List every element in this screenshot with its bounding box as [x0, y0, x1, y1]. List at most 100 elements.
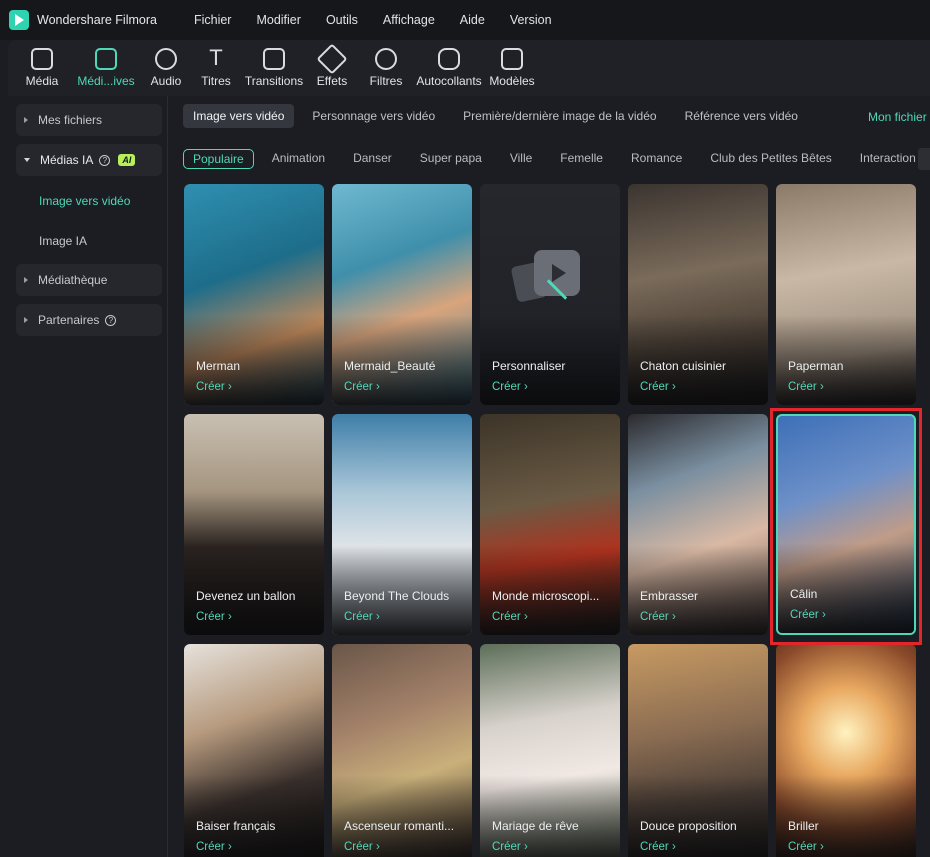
template-card[interactable]: Embrasser Créer: [628, 414, 768, 635]
sidebar-item-label: Médias IA: [40, 153, 94, 167]
tool-stickers[interactable]: Autocollants: [414, 48, 484, 88]
create-button[interactable]: Créer: [788, 381, 824, 393]
category-bar: Populaire Animation Danser Super papa Vi…: [183, 148, 930, 170]
menu-affichage[interactable]: Affichage: [383, 13, 435, 27]
create-button[interactable]: Créer: [492, 611, 528, 623]
selection-highlight-frame: [770, 408, 922, 645]
template-card[interactable]: Monde microscopi... Créer: [480, 414, 620, 635]
tab-reference-vers-video[interactable]: Référence vers vidéo: [675, 104, 808, 128]
category-ville[interactable]: Ville: [510, 149, 532, 169]
card-title: Beyond The Clouds: [344, 589, 450, 603]
create-button[interactable]: Créer: [196, 611, 232, 623]
tab-mon-fichier[interactable]: Mon fichier: [868, 110, 927, 124]
tool-stock-media[interactable]: Médi...ives: [77, 48, 135, 88]
create-button[interactable]: Créer: [640, 381, 676, 393]
template-card[interactable]: Ascenseur romanti... Créer: [332, 644, 472, 857]
tool-label: Audio: [150, 74, 182, 88]
create-button[interactable]: Créer: [492, 381, 528, 393]
app-title: Wondershare Filmora: [37, 13, 157, 27]
tab-image-vers-video[interactable]: Image vers vidéo: [183, 104, 295, 128]
template-card[interactable]: Beyond The Clouds Créer: [332, 414, 472, 635]
category-danser[interactable]: Danser: [353, 149, 392, 169]
transitions-icon: [263, 48, 285, 70]
templates-icon: [501, 48, 523, 70]
sidebar-item-label: Partenaires: [38, 313, 100, 327]
filters-icon: [375, 48, 397, 70]
create-button[interactable]: Créer: [344, 381, 380, 393]
category-super-papa[interactable]: Super papa: [420, 149, 482, 169]
chevron-down-icon: [24, 158, 30, 162]
create-button[interactable]: Créer: [196, 841, 232, 853]
template-card[interactable]: Paperman Créer: [776, 184, 916, 405]
create-button[interactable]: Créer: [196, 381, 232, 393]
create-button[interactable]: Créer: [344, 841, 380, 853]
create-button[interactable]: Créer: [640, 611, 676, 623]
tool-filters[interactable]: Filtres: [368, 48, 404, 88]
tool-label: Média: [25, 74, 59, 88]
menu-fichier[interactable]: Fichier: [194, 13, 232, 27]
create-button[interactable]: Créer: [492, 841, 528, 853]
category-scroll-button[interactable]: [918, 148, 930, 170]
card-title: Embrasser: [640, 589, 699, 603]
card-title: Mariage de rêve: [492, 819, 579, 833]
sidebar-item-label: Médiathèque: [38, 273, 108, 287]
category-populaire[interactable]: Populaire: [183, 149, 254, 169]
card-title: Merman: [196, 359, 241, 373]
tool-media[interactable]: Média: [24, 48, 60, 88]
tool-transitions[interactable]: Transitions: [244, 48, 304, 88]
template-card[interactable]: Merman Créer: [184, 184, 324, 405]
stock-media-icon: [95, 48, 117, 70]
sidebar-item-label: Mes fichiers: [38, 113, 103, 127]
tool-label: Effets: [316, 74, 348, 88]
media-toolbar: Média Médi...ives Audio T Titres Transit…: [8, 40, 930, 96]
menu-version[interactable]: Version: [510, 13, 552, 27]
tool-label: Filtres: [369, 74, 403, 88]
tab-premiere-derniere-image[interactable]: Première/dernière image de la vidéo: [453, 104, 666, 128]
card-title: Monde microscopi...: [492, 589, 600, 603]
card-title: Chaton cuisinier: [640, 359, 727, 373]
sidebar-item-mediatheque[interactable]: Médiathèque: [16, 264, 162, 296]
template-card[interactable]: Mermaid_Beauté Créer: [332, 184, 472, 405]
chevron-right-icon: [24, 317, 28, 323]
card-title: Ascenseur romanti...: [344, 819, 455, 833]
help-icon[interactable]: ?: [105, 314, 117, 326]
tool-templates[interactable]: Modèles: [488, 48, 536, 88]
tool-label: Transitions: [244, 74, 304, 88]
tab-personnage-vers-video[interactable]: Personnage vers vidéo: [302, 104, 445, 128]
template-card[interactable]: Devenez un ballon Créer: [184, 414, 324, 635]
menu-modifier[interactable]: Modifier: [256, 13, 300, 27]
sidebar-item-partenaires[interactable]: Partenaires ?: [16, 304, 162, 336]
card-title: Devenez un ballon: [196, 589, 296, 603]
effects-icon: [316, 43, 348, 75]
tool-label: Modèles: [489, 74, 535, 88]
sidebar-item-medias-ia[interactable]: Médias IA ? AI: [16, 144, 162, 176]
category-femelle[interactable]: Femelle: [560, 149, 603, 169]
sidebar-item-image-ia[interactable]: Image IA: [39, 234, 87, 248]
card-title: Paperman: [788, 359, 844, 373]
menu-aide[interactable]: Aide: [460, 13, 485, 27]
stickers-icon: [438, 48, 460, 70]
sidebar-item-image-vers-video[interactable]: Image vers vidéo: [39, 194, 130, 208]
ai-badge: AI: [118, 154, 136, 166]
template-card[interactable]: Douce proposition Créer: [628, 644, 768, 857]
template-card[interactable]: Personnaliser Créer: [480, 184, 620, 405]
template-card[interactable]: Baiser français Créer: [184, 644, 324, 857]
menu-outils[interactable]: Outils: [326, 13, 358, 27]
tool-effects[interactable]: Effets: [314, 43, 350, 88]
category-club-petites-betes[interactable]: Club des Petites Bêtes: [710, 149, 831, 169]
tool-titles[interactable]: T Titres: [198, 47, 234, 89]
help-icon[interactable]: ?: [99, 154, 111, 166]
tool-audio[interactable]: Audio: [148, 48, 184, 88]
create-button[interactable]: Créer: [788, 841, 824, 853]
template-card[interactable]: Mariage de rêve Créer: [480, 644, 620, 857]
tool-label: Médi...ives: [77, 74, 135, 88]
template-card[interactable]: Briller Créer: [776, 644, 916, 857]
category-interaction[interactable]: Interaction: [860, 149, 916, 169]
sidebar-item-mes-fichiers[interactable]: Mes fichiers: [16, 104, 162, 136]
create-button[interactable]: Créer: [640, 841, 676, 853]
template-card[interactable]: Chaton cuisinier Créer: [628, 184, 768, 405]
create-button[interactable]: Créer: [344, 611, 380, 623]
category-animation[interactable]: Animation: [272, 149, 325, 169]
category-romance[interactable]: Romance: [631, 149, 682, 169]
mode-tabs: Image vers vidéo Personnage vers vidéo P…: [183, 104, 816, 128]
